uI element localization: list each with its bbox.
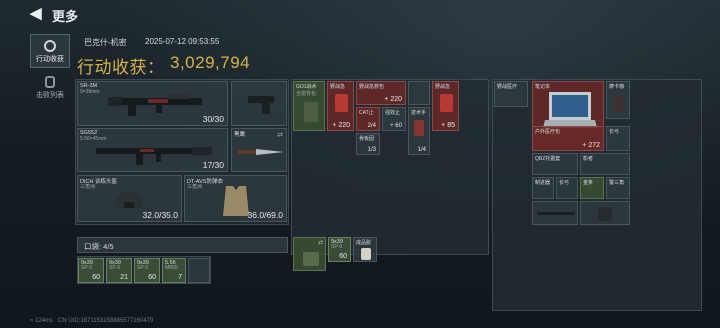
ping-value: 124ms (34, 318, 53, 324)
pocket-item[interactable]: 9x39 SP-6 21 (106, 258, 132, 283)
rifle-icon (96, 147, 212, 165)
rig-item[interactable]: 强效止 + 60 (382, 107, 406, 131)
rig-item[interactable]: 技术手 1/4 (408, 107, 430, 155)
loot-item[interactable]: QBZ托握套 (532, 153, 578, 175)
sidebar: 行动收获 击败列表 (30, 34, 70, 104)
backpack-item[interactable]: 9x39 SP-6 60 (328, 237, 351, 262)
surgical-kit-icon (414, 120, 424, 136)
knife-icon (238, 149, 284, 155)
helmet-slot[interactable]: DICH 训练头盔 三角洲 32.0/35.0 (77, 175, 182, 222)
primary-weapon-slot[interactable]: SR-3M 9×39mm 30/30 (77, 81, 228, 126)
page-title: 更多 (52, 9, 79, 24)
loot-item[interactable]: 金条 (580, 177, 604, 199)
medkit-icon (335, 94, 348, 112)
pistol-icon (248, 96, 274, 114)
tab-action-gain[interactable]: 行动收获 (30, 34, 70, 68)
secondary-weapon-slot[interactable]: SG552 5.56×45mm 17/30 (77, 128, 228, 172)
timestamp: 2025-07-12 09:53:55 (145, 37, 220, 46)
empty-rig-slot[interactable] (408, 81, 430, 105)
magazine-icon (598, 207, 612, 221)
loot-item[interactable]: 野战医疗 (494, 81, 528, 107)
loot-item[interactable]: 制进器 (532, 177, 554, 199)
loot-item[interactable]: 影者 (580, 153, 630, 175)
tab-label: 行动收获 (36, 56, 64, 63)
status-footer: ≈ 124ms CN UID:1871153158885577160479 (30, 318, 153, 324)
pockets-header: 口袋: 4/5 (77, 237, 288, 253)
rig-item[interactable]: GO1战术 全能背包 (293, 81, 325, 131)
tab-label: 击败列表 (36, 92, 64, 99)
armor-sub: 三角洲 (187, 184, 203, 190)
helmet-sub: 三角洲 (80, 184, 96, 190)
barrel-icon (537, 212, 575, 215)
wifi-icon: ≈ (30, 318, 34, 324)
pocket-item[interactable]: 9x39 SP-5 60 (134, 258, 160, 283)
loot-item[interactable]: 摩卡咖 (606, 81, 630, 119)
gain-label: 行动收获： (77, 58, 165, 77)
melee-name: 黑鹰 (234, 132, 246, 138)
glue-icon (361, 248, 371, 260)
armor-icon (223, 186, 249, 216)
rig-item[interactable]: 野战急救包 + 220 (356, 81, 406, 105)
top-bar: ◀ 更多 (0, 0, 720, 28)
loot-item[interactable]: 长弓 (606, 126, 630, 151)
pistol-slot[interactable] (231, 81, 287, 126)
helmet-durability: 32.0/35.0 (142, 210, 178, 220)
ammo-count: 30/30 (202, 114, 224, 124)
pocket-item[interactable]: 9x39 SP-5 60 (78, 258, 104, 283)
melee-slot[interactable]: 黑鹰 ⇄ (231, 128, 287, 172)
armor-durability: 36.0/69.0 (247, 210, 283, 220)
rifle-icon (108, 94, 202, 116)
coffee-can-icon (613, 94, 624, 112)
loot-item[interactable]: 长弓 (556, 177, 578, 199)
loot-item[interactable] (580, 201, 630, 225)
user-uid: CN UID:1871153158885577160479 (58, 318, 154, 324)
pocket-item[interactable]: 5.56 M855 7 (162, 258, 186, 283)
tab-kill-list[interactable]: 击败列表 (30, 70, 70, 104)
backpack-item[interactable]: 成品胶 (353, 237, 377, 262)
ammo-count: 17/30 (202, 160, 224, 170)
empty-pocket-slot[interactable] (188, 258, 210, 283)
loot-item[interactable] (532, 201, 578, 225)
armor-slot[interactable]: DT-AVS防弹衣 三角洲 36.0/69.0 (184, 175, 287, 222)
soldier-icon (45, 76, 55, 88)
helmet-icon (115, 191, 143, 208)
weapon-caliber: 9×39mm (80, 89, 100, 95)
gain-value: 3,029,794 (170, 53, 251, 72)
rig-item[interactable]: 骨板固 1/3 (356, 133, 380, 155)
loot-item[interactable]: 警三角 (606, 177, 630, 199)
rig-item[interactable]: 野战急 + 220 (327, 81, 354, 131)
rig-item[interactable]: CAT止 2/4 (356, 107, 380, 131)
back-arrow-icon[interactable]: ◀ (30, 6, 44, 22)
swap-icon: ⇄ (277, 132, 283, 139)
swap-icon: ⇄ (317, 240, 323, 246)
rig-item[interactable]: 野战急 + 85 (432, 81, 459, 131)
loot-item[interactable]: 户外医疗包 + 272 (532, 126, 604, 151)
backpack-slot[interactable]: ⇄ (293, 237, 326, 271)
pockets-label: 口袋: 4/5 (84, 242, 114, 251)
medkit-icon (440, 94, 453, 112)
backpack-icon (304, 102, 318, 122)
target-icon (44, 40, 56, 52)
backpack-icon (303, 252, 319, 266)
map-name: 巴克什-机密 (84, 38, 127, 47)
